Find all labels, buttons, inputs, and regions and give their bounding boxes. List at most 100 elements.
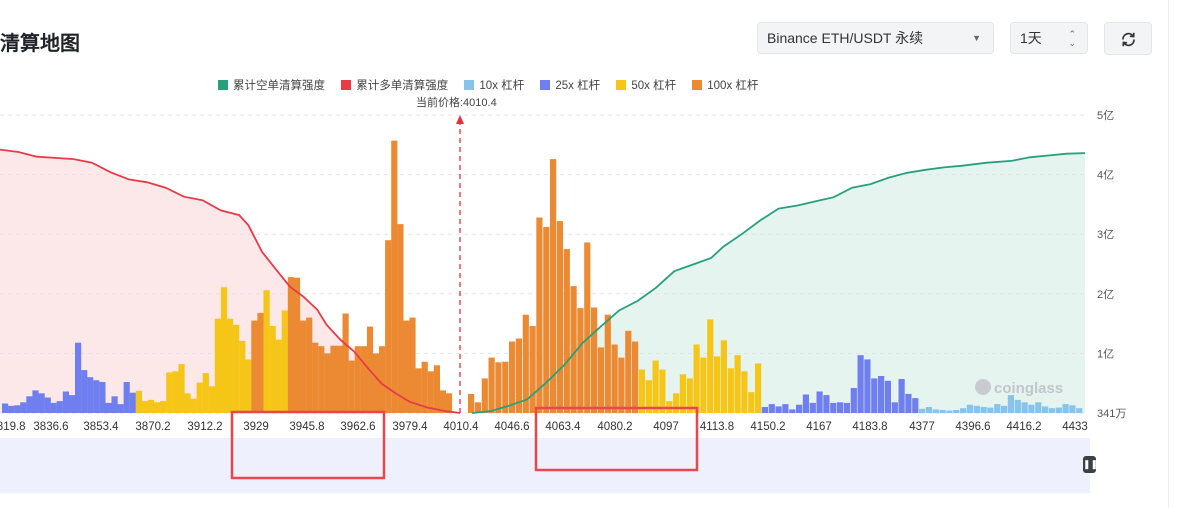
liquidation-bar (932, 409, 939, 413)
liquidation-bar (577, 308, 584, 413)
liquidation-bar (239, 340, 246, 413)
liquidation-bar (994, 404, 1001, 413)
liquidation-bar (372, 353, 380, 413)
coinglass-logo-icon (975, 379, 991, 395)
liquidation-bar (56, 401, 63, 413)
liquidation-bar (843, 402, 850, 413)
liquidation-bar (1014, 399, 1021, 413)
liquidation-bar (427, 371, 434, 413)
x-tick-label: 4396.6 (955, 421, 990, 433)
liquidation-bar (75, 342, 82, 413)
liquidation-bar (105, 402, 112, 413)
liquidation-bar (227, 318, 234, 413)
liquidation-bar (1001, 405, 1008, 413)
x-tick-label: 4433 (1062, 421, 1088, 433)
liquidation-bar (318, 346, 325, 413)
x-tick-label: 3870.2 (135, 421, 170, 433)
liquidation-bar (775, 406, 782, 413)
liquidation-bar (281, 310, 288, 413)
liquidation-bar (809, 402, 816, 413)
liquidation-bar (409, 317, 416, 413)
liquidation-bar (673, 393, 680, 413)
liquidation-bar (68, 395, 76, 413)
liquidation-bar (184, 393, 191, 413)
liquidation-bar (1007, 395, 1014, 413)
liquidation-bar (536, 217, 543, 413)
liquidation-bar (245, 359, 252, 413)
x-tick-label: 4113.8 (700, 421, 734, 433)
liquidation-bar (14, 405, 21, 413)
liquidation-bar (789, 409, 796, 413)
zoom-handle[interactable]: ❚❚ (1083, 456, 1098, 473)
liquidation-bar (293, 277, 301, 413)
liquidation-bar (26, 396, 33, 413)
liquidation-bar (312, 342, 319, 413)
liquidation-bar (147, 399, 155, 413)
x-tick-label: 4416.2 (1006, 421, 1041, 433)
liquidation-bar (263, 290, 270, 413)
liquidation-bar (734, 355, 741, 413)
liquidation-bar (360, 346, 367, 413)
liquidation-bar (50, 402, 57, 413)
liquidation-bar (468, 393, 475, 413)
liquidation-bar (87, 377, 94, 413)
liquidation-bar (884, 380, 891, 413)
liquidation-bar (761, 407, 768, 413)
liquidation-bar (700, 357, 707, 413)
liquidation-bar (748, 392, 755, 413)
liquidation-bar (727, 368, 734, 413)
liquidation-bar (202, 373, 209, 413)
liquidation-bar (659, 369, 666, 413)
x-tick-label: 4097 (653, 421, 679, 433)
liquidation-bar (196, 382, 203, 413)
liquidation-bar (1028, 404, 1035, 413)
x-tick-label: 3929 (243, 421, 269, 433)
liquidation-bar (38, 393, 45, 413)
liquidation-bar (300, 320, 307, 413)
watermark: coinglass (994, 380, 1063, 397)
liquidation-bar (336, 345, 343, 413)
liquidation-bar (415, 368, 422, 413)
liquidation-bar (129, 392, 136, 413)
liquidation-bar (330, 345, 337, 413)
liquidation-bar (342, 313, 349, 413)
liquidation-bar (2, 403, 9, 413)
liquidation-bar (604, 314, 611, 413)
x-tick-label: 4150.2 (750, 421, 785, 433)
x-tick-label: 4080.2 (597, 421, 632, 433)
liquidation-bar (611, 344, 618, 413)
liquidation-bar (878, 376, 885, 413)
liquidation-bar (768, 404, 775, 413)
x-tick-label: 3853.4 (83, 421, 119, 433)
liquidation-bar (111, 396, 118, 413)
zoom-slider-track (0, 438, 1090, 493)
liquidation-bar (190, 398, 197, 413)
x-tick-label: 3945.8 (289, 421, 324, 433)
liquidation-bar (782, 404, 789, 413)
liquidation-bar (379, 346, 386, 413)
liquidation-bar (796, 404, 803, 413)
liquidation-bar (1062, 404, 1069, 413)
liquidation-bar (966, 404, 973, 413)
liquidation-bar (287, 277, 294, 413)
liquidation-bar (495, 362, 502, 413)
liquidation-bar (570, 286, 577, 413)
liquidation-bar (135, 390, 142, 413)
y-tick-label: 3亿 (1097, 228, 1114, 241)
liquidation-bar (980, 407, 987, 413)
liquidation-chart: 341万 1亿 2亿 3亿 4亿 5亿 coinglass 3819.8 3836.6 3853.… (0, 109, 1126, 493)
liquidation-bar (707, 319, 714, 413)
liquidation-bar (816, 391, 823, 413)
liquidation-bar (257, 312, 264, 413)
liquidation-bar (445, 393, 453, 413)
liquidation-bar (123, 382, 130, 413)
liquidation-bar (919, 408, 926, 413)
liquidation-bar (802, 394, 809, 413)
liquidation-bar (891, 402, 898, 413)
liquidation-bar (481, 378, 488, 413)
liquidation-bar (905, 393, 912, 413)
x-tick-label: 3819.8 (0, 421, 26, 433)
liquidation-bar (306, 317, 313, 413)
liquidation-bar (857, 355, 864, 413)
x-tick-label: 4010.4 (443, 421, 479, 433)
